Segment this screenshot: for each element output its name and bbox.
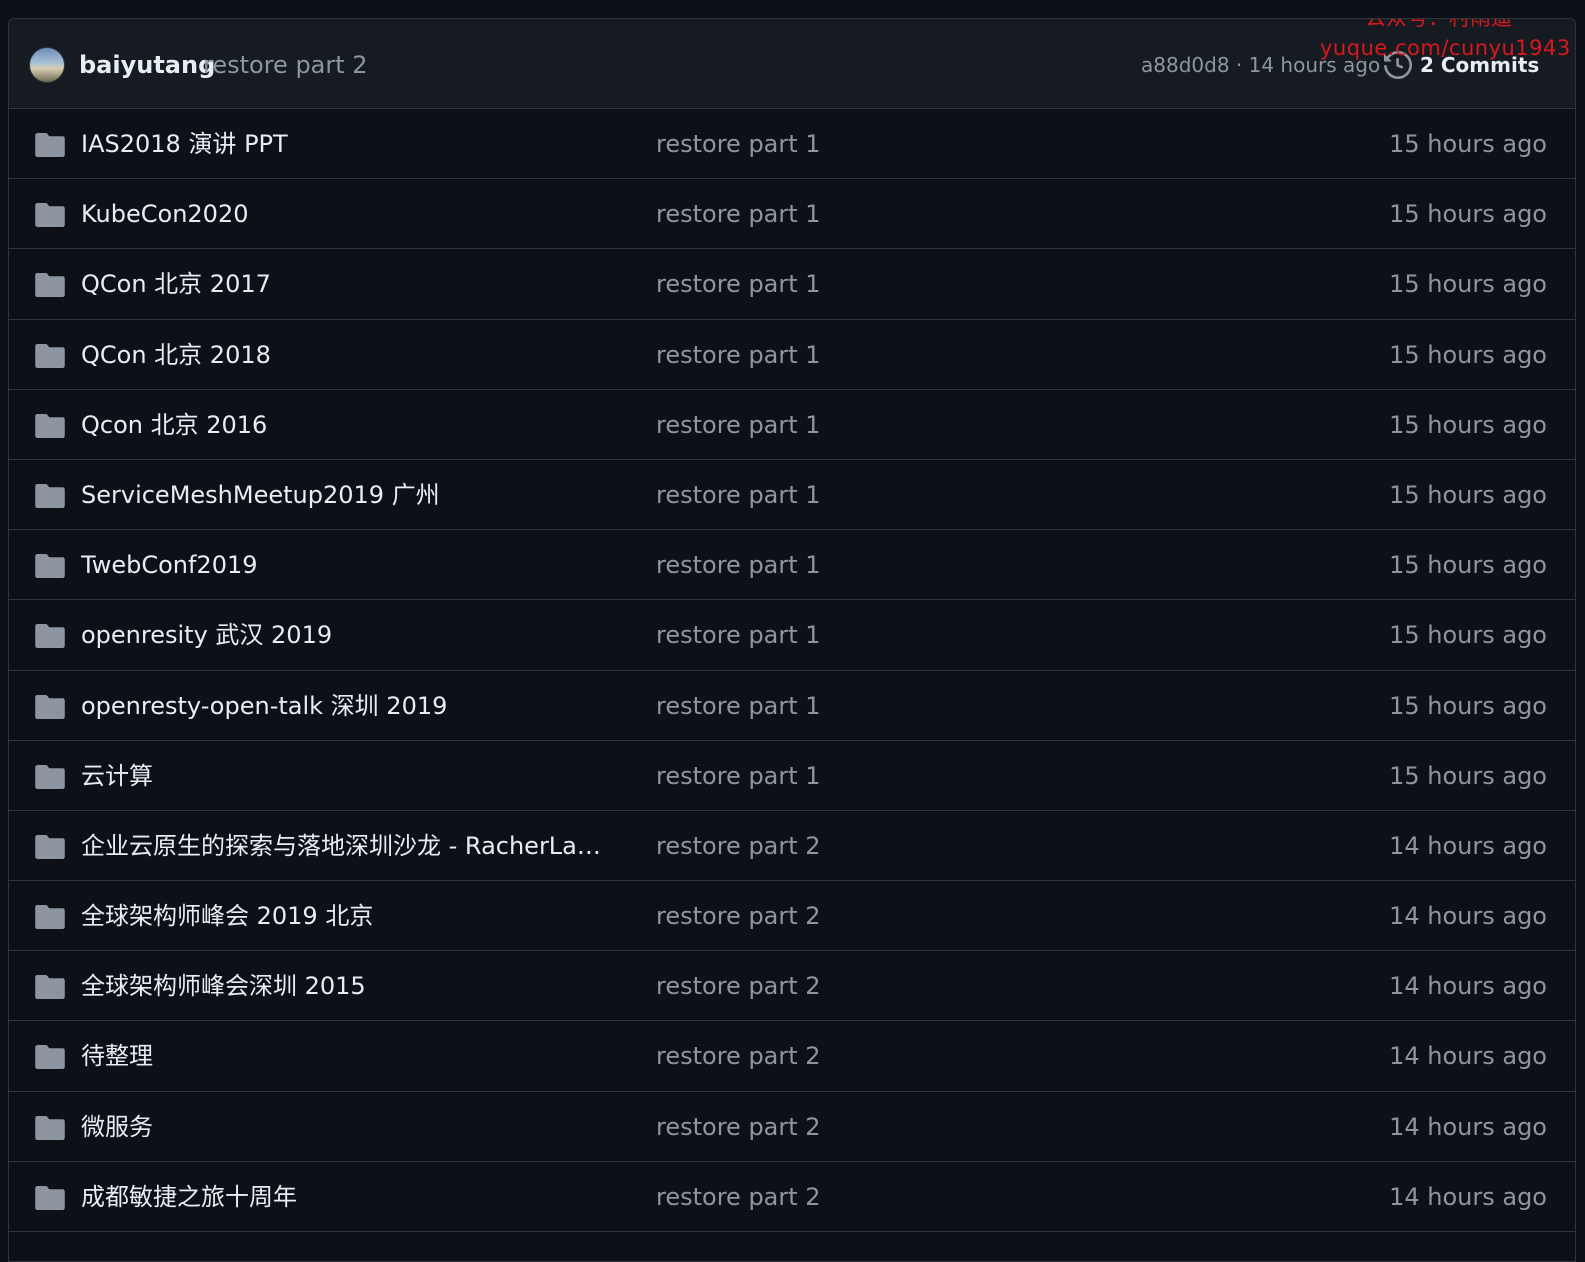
file-name-link[interactable]: 微服务 [81, 1110, 153, 1144]
folder-icon [35, 413, 65, 438]
file-commit-age: 14 hours ago [1389, 1112, 1547, 1141]
folder-icon [35, 624, 65, 649]
file-commit-message-link[interactable]: restore part 1 [656, 759, 821, 793]
file-commit-age: 15 hours ago [1389, 761, 1547, 790]
author-avatar[interactable] [29, 47, 65, 83]
folder-icon [35, 343, 65, 368]
watermark-line-1: 公众号：村雨遥 [1365, 18, 1512, 30]
file-commit-age: 14 hours ago [1389, 1042, 1547, 1071]
file-name-link[interactable]: Qcon 北京 2016 [81, 408, 267, 442]
file-row[interactable]: IAS2018 演讲 PPT restore part 1 15 hours ago [9, 109, 1575, 180]
file-commit-message-link[interactable]: restore part 2 [656, 1180, 821, 1214]
file-commit-age: 14 hours ago [1389, 831, 1547, 860]
folder-icon [35, 764, 65, 789]
file-commit-age: 15 hours ago [1389, 410, 1547, 439]
file-commit-age: 15 hours ago [1389, 480, 1547, 509]
file-name-link[interactable]: IAS2018 演讲 PPT [81, 127, 288, 161]
file-row[interactable]: 成都敏捷之旅十周年 restore part 2 14 hours ago [9, 1162, 1575, 1232]
file-commit-age: 14 hours ago [1389, 972, 1547, 1001]
file-name-link[interactable]: 企业云原生的探索与落地深圳沙龙 - RacherLab... [81, 829, 611, 863]
file-name-link[interactable]: ServiceMeshMeetup2019 广州 [81, 478, 440, 512]
file-row[interactable]: Qcon 北京 2016 restore part 1 15 hours ago [9, 390, 1575, 460]
file-commit-age: 15 hours ago [1389, 621, 1547, 650]
file-row[interactable]: openresity 武汉 2019 restore part 1 15 hours… [9, 600, 1575, 671]
file-row[interactable]: 云计算 restore part 1 15 hours ago [9, 741, 1575, 811]
file-name-link[interactable]: 成都敏捷之旅十周年 [81, 1180, 297, 1214]
folder-icon [35, 133, 65, 157]
file-commit-message-link[interactable]: restore part 1 [656, 267, 821, 301]
folder-icon [35, 905, 65, 930]
file-commit-age: 15 hours ago [1389, 270, 1547, 299]
file-row[interactable]: QCon 北京 2018 restore part 1 15 hours ago [9, 320, 1575, 390]
file-name-link[interactable]: 全球架构师峰会深圳 2015 [81, 969, 366, 1003]
file-commit-age: 15 hours ago [1389, 340, 1547, 369]
file-name-link[interactable]: 云计算 [81, 759, 153, 793]
file-commit-message-link[interactable]: restore part 2 [656, 899, 821, 933]
folder-icon [35, 203, 65, 228]
file-name-link[interactable]: 全球架构师峰会 2019 北京 [81, 899, 373, 933]
folder-icon [35, 1185, 65, 1210]
file-browser: baiyutang restore part 2 a88d0d8 · 14 ho… [8, 18, 1576, 1262]
latest-commit-message[interactable]: restore part 2 [203, 49, 368, 81]
file-row[interactable]: KubeCon2020 restore part 1 15 hours ago [9, 179, 1575, 250]
file-row[interactable]: 全球架构师峰会深圳 2015 restore part 2 14 hours ago [9, 951, 1575, 1022]
file-row[interactable]: openresty-open-talk 深圳 2019 restore part … [9, 671, 1575, 741]
file-commit-age: 15 hours ago [1389, 200, 1547, 229]
file-commit-age: 14 hours ago [1389, 1182, 1547, 1211]
file-commit-message-link[interactable]: restore part 1 [656, 127, 821, 161]
file-name-link[interactable]: openresity 武汉 2019 [81, 618, 332, 652]
file-name-link[interactable]: QCon 北京 2017 [81, 267, 271, 301]
file-commit-age: 15 hours ago [1389, 691, 1547, 720]
file-row[interactable]: 企业云原生的探索与落地深圳沙龙 - RacherLab... restore pa… [9, 811, 1575, 882]
file-name-link[interactable]: 待整理 [81, 1039, 153, 1073]
file-list: IAS2018 演讲 PPT restore part 1 15 hours ago… [9, 109, 1575, 1232]
file-name-link[interactable]: TwebConf2019 [81, 548, 258, 582]
file-name-link[interactable]: KubeCon2020 [81, 197, 248, 231]
folder-icon [35, 834, 65, 859]
file-row[interactable]: 微服务 restore part 2 14 hours ago [9, 1092, 1575, 1162]
file-commit-message-link[interactable]: restore part 1 [656, 197, 821, 231]
file-commit-message-link[interactable]: restore part 2 [656, 1110, 821, 1144]
folder-icon [35, 1045, 65, 1070]
folder-icon [35, 694, 65, 719]
file-commit-message-link[interactable]: restore part 1 [656, 408, 821, 442]
file-commit-age: 14 hours ago [1389, 902, 1547, 931]
folder-icon [35, 554, 65, 579]
file-row[interactable]: 全球架构师峰会 2019 北京 restore part 2 14 hours ag… [9, 881, 1575, 952]
file-commit-age: 15 hours ago [1389, 551, 1547, 580]
file-commit-age: 15 hours ago [1389, 130, 1547, 158]
folder-icon [35, 483, 65, 508]
commit-author-link[interactable]: baiyutang [79, 49, 215, 81]
latest-commit-header: baiyutang restore part 2 a88d0d8 · 14 ho… [9, 19, 1575, 109]
file-name-link[interactable]: QCon 北京 2018 [81, 338, 271, 372]
file-commit-message-link[interactable]: restore part 2 [656, 829, 821, 863]
file-row[interactable]: QCon 北京 2017 restore part 1 15 hours ago [9, 249, 1575, 320]
file-commit-message-link[interactable]: restore part 1 [656, 338, 821, 372]
folder-icon [35, 975, 65, 1000]
file-row[interactable]: ServiceMeshMeetup2019 广州 restore part 1 15… [9, 460, 1575, 531]
folder-icon [35, 1115, 65, 1140]
folder-icon [35, 273, 65, 298]
file-commit-message-link[interactable]: restore part 1 [656, 689, 821, 723]
file-commit-message-link[interactable]: restore part 2 [656, 1039, 821, 1073]
file-commit-message-link[interactable]: restore part 1 [656, 478, 821, 512]
watermark-line-2: yuque.com/cunyu1943 [1320, 36, 1571, 60]
file-commit-message-link[interactable]: restore part 2 [656, 969, 821, 1003]
file-row[interactable]: TwebConf2019 restore part 1 15 hours ago [9, 530, 1575, 601]
file-commit-message-link[interactable]: restore part 1 [656, 548, 821, 582]
file-commit-message-link[interactable]: restore part 1 [656, 618, 821, 652]
file-row[interactable]: 待整理 restore part 2 14 hours ago [9, 1021, 1575, 1092]
file-name-link[interactable]: openresty-open-talk 深圳 2019 [81, 689, 447, 723]
